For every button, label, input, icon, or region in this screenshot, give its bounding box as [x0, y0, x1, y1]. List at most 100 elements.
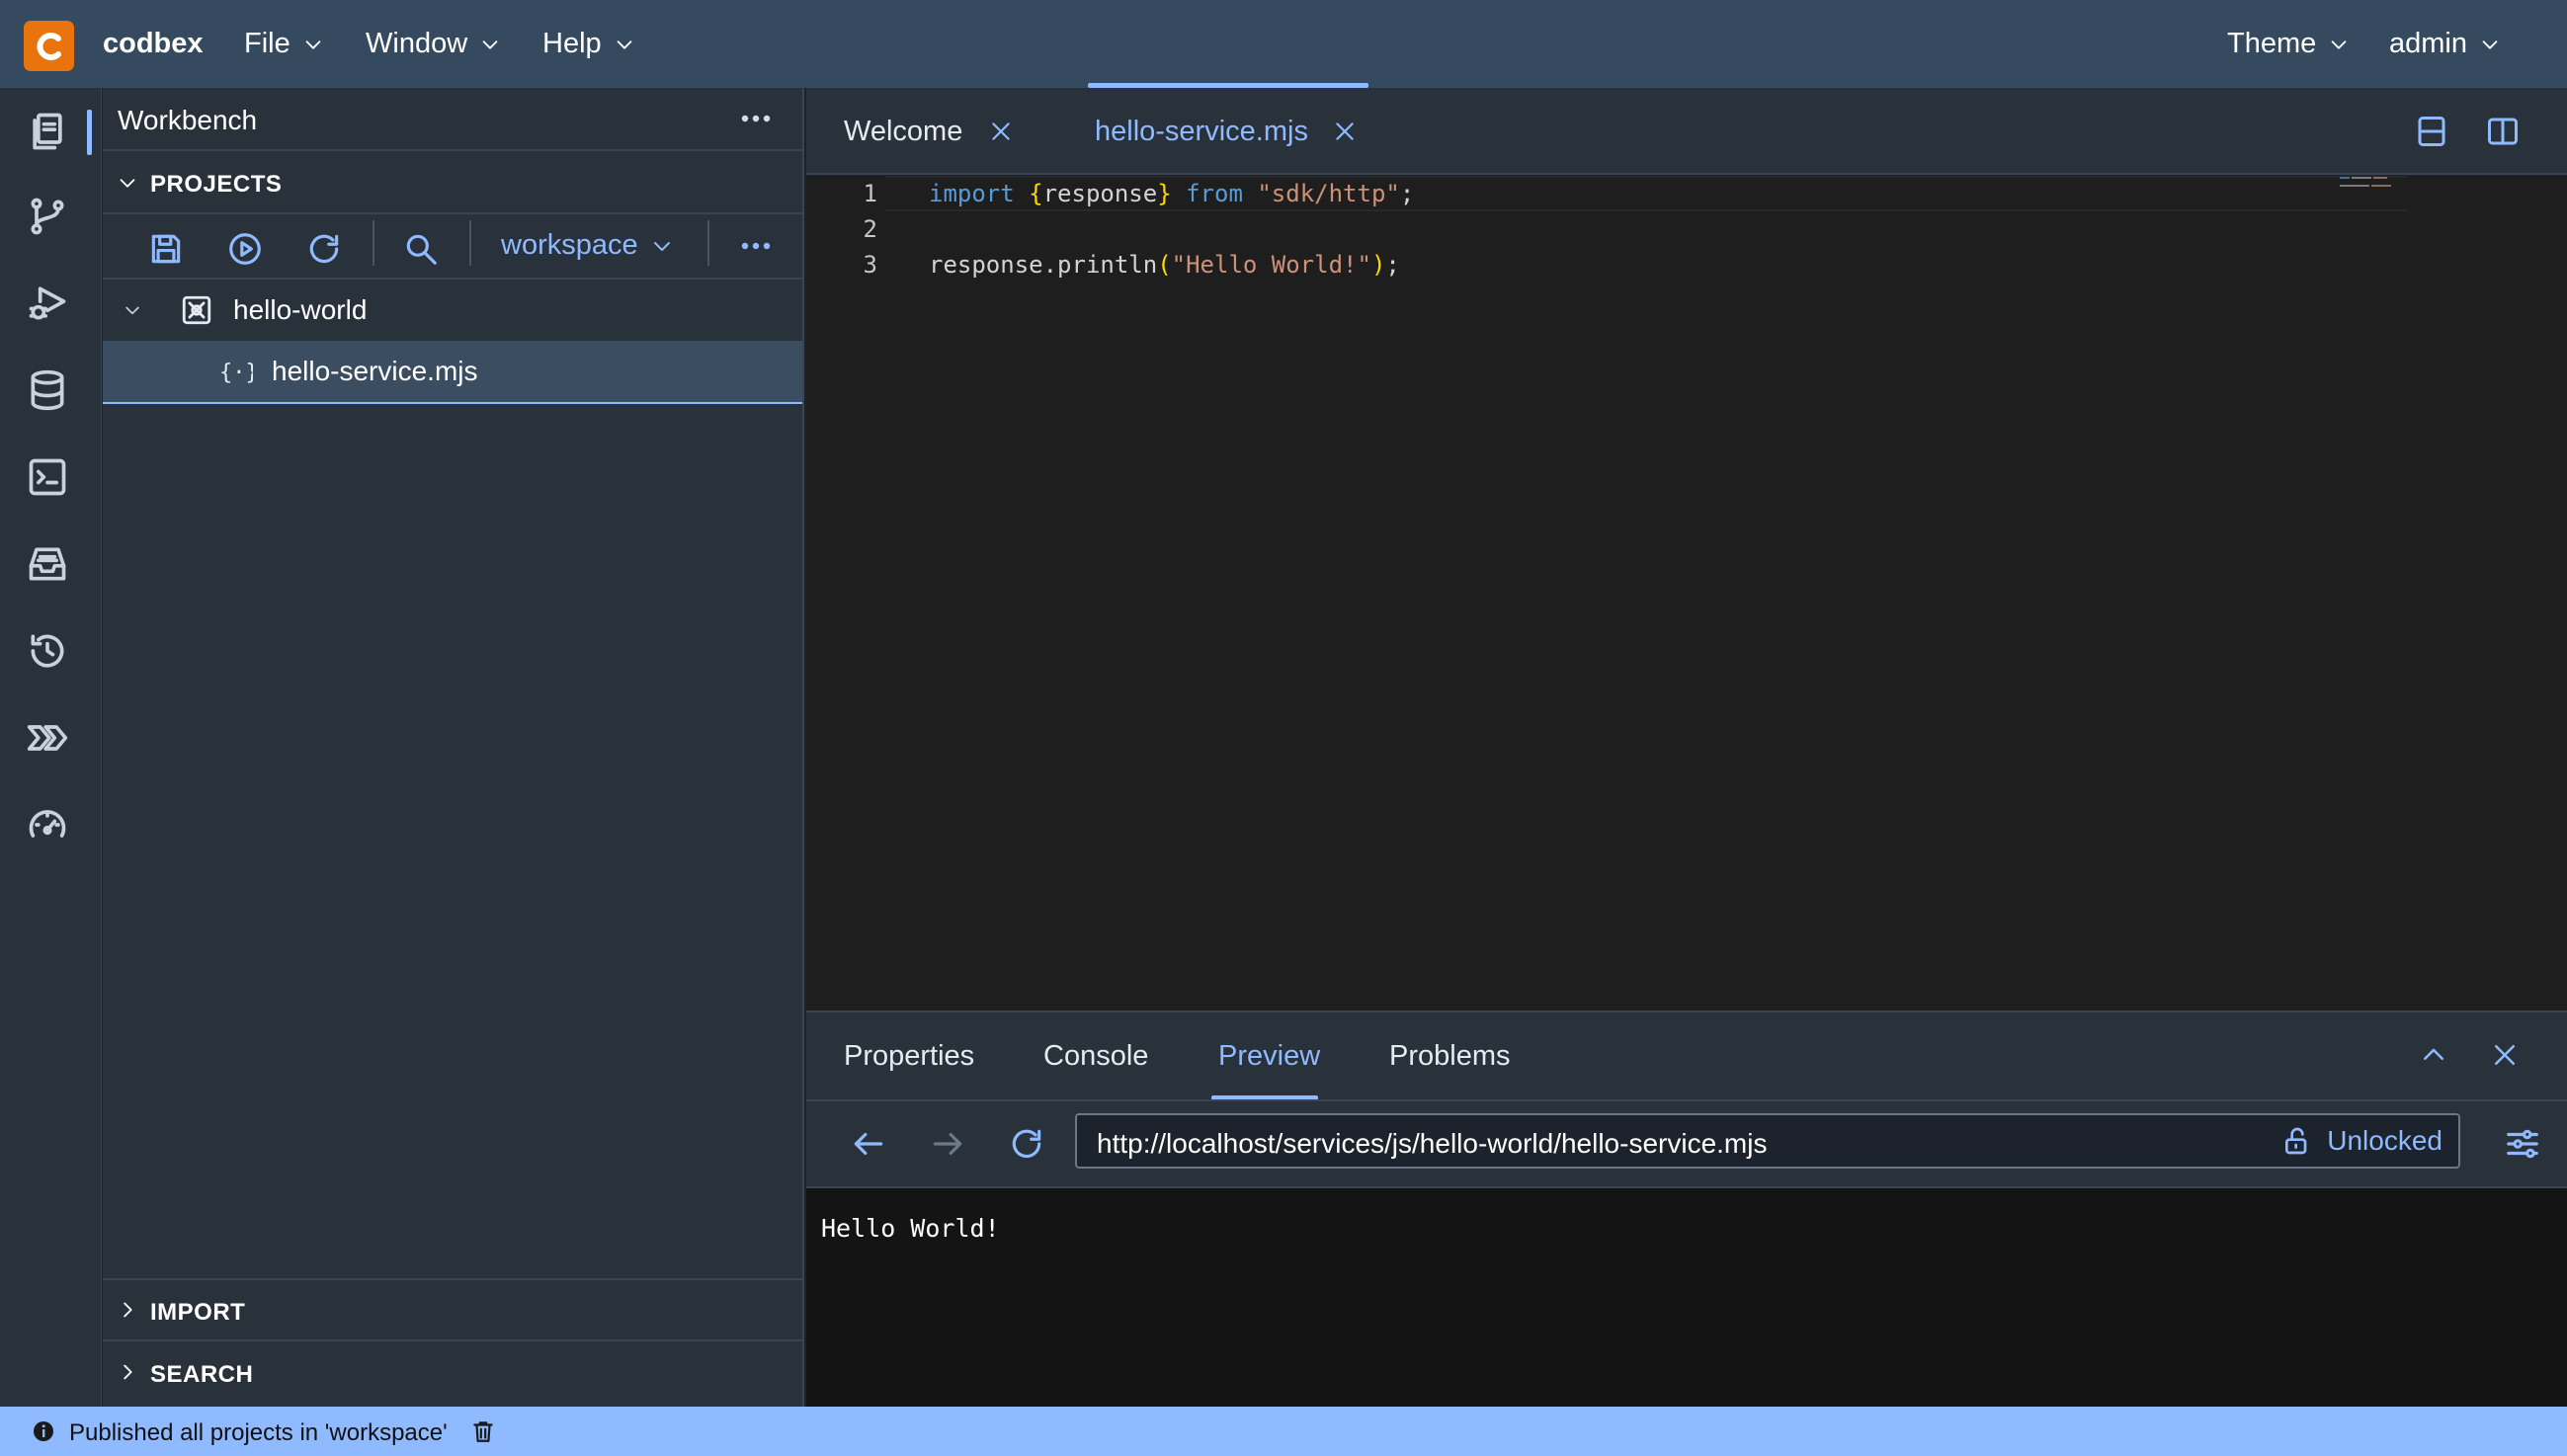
chevron-down-icon [653, 241, 670, 251]
workbench-panel: Workbench PROJECTS workspace hello-world… [103, 88, 804, 1407]
tab-properties[interactable]: Properties [844, 1040, 974, 1073]
unlock-icon [2285, 1127, 2307, 1155]
project-name: hello-world [233, 294, 368, 325]
token: ; [1385, 251, 1400, 279]
token: ; [1399, 180, 1415, 207]
git-branch-icon[interactable] [26, 195, 73, 242]
chevron-right-icon [124, 1302, 132, 1318]
refresh-icon [309, 234, 339, 264]
tree-item-project[interactable]: hello-world [103, 280, 802, 341]
chevron-right-icon [124, 1364, 132, 1380]
tab-console[interactable]: Console [1043, 1040, 1148, 1073]
file-menu[interactable]: File [244, 28, 324, 60]
performance-icon[interactable] [26, 803, 73, 850]
inbox-icon[interactable] [26, 542, 73, 590]
chevron-down-icon [305, 40, 321, 49]
chevron-down-icon [617, 40, 631, 49]
close-icon[interactable] [988, 119, 1014, 144]
user-menu[interactable]: admin [2389, 28, 2501, 60]
split-vertical-icon[interactable] [2485, 114, 2521, 149]
active-tab-indicator [1088, 83, 1368, 88]
tab-label: hello-service.mjs [1095, 115, 1308, 147]
close-icon[interactable] [1332, 119, 1358, 144]
chevron-down-icon [2482, 40, 2498, 49]
theme-menu[interactable]: Theme [2227, 28, 2350, 60]
file-menu-label: File [244, 28, 290, 59]
code-line-1: import {response} from "sdk/http"; [929, 180, 1414, 207]
tab-problems[interactable]: Problems [1389, 1040, 1511, 1073]
token: response.println [929, 251, 1158, 279]
search-button[interactable] [399, 227, 443, 271]
help-menu-label: Help [542, 28, 602, 59]
save-button[interactable] [144, 227, 188, 271]
search-section-header[interactable]: SEARCH [103, 1341, 804, 1407]
forward-arrow-icon[interactable] [929, 1125, 966, 1163]
debug-icon[interactable] [26, 282, 73, 329]
preview-output-text: Hello World! [821, 1214, 1000, 1243]
import-section-header[interactable]: IMPORT [103, 1278, 804, 1341]
window-menu[interactable]: Window [366, 28, 501, 60]
tab-welcome[interactable]: Welcome [844, 88, 1014, 175]
token: } [1157, 180, 1172, 207]
projects-icon[interactable] [26, 110, 73, 157]
line-number: 2 [863, 215, 877, 243]
project-icon [182, 295, 211, 325]
settings-sliders-icon[interactable] [2504, 1125, 2541, 1163]
token: { [1029, 180, 1043, 207]
workbench-header: Workbench [103, 88, 804, 151]
code-editor[interactable]: 1 2 3 import {response} from "sdk/http";… [806, 176, 2567, 1011]
workspace-select[interactable]: workspace [501, 229, 674, 262]
refresh-button[interactable] [302, 227, 346, 271]
save-icon [151, 234, 181, 264]
help-menu[interactable]: Help [542, 28, 635, 60]
lock-toggle[interactable]: Unlocked [2281, 1125, 2443, 1157]
chevron-down-icon[interactable] [123, 300, 142, 320]
trash-icon[interactable] [470, 1418, 496, 1444]
search-label: SEARCH [150, 1361, 254, 1388]
token: "Hello World!" [1171, 251, 1371, 279]
chevron-up-icon[interactable] [2419, 1040, 2448, 1070]
workspace-label: workspace [501, 229, 638, 261]
info-icon [34, 1421, 53, 1441]
active-indicator [87, 110, 92, 155]
lock-label: Unlocked [2327, 1125, 2443, 1156]
toolbar-separator [373, 220, 374, 266]
token: "sdk/http" [1257, 180, 1400, 207]
url-input[interactable]: http://localhost/services/js/hello-world… [1075, 1113, 2460, 1169]
tree-item-file[interactable]: {·} hello-service.mjs [103, 341, 802, 404]
token: response [1042, 180, 1158, 207]
code-line-3: response.println("Hello World!"); [929, 251, 1400, 279]
activity-bar [0, 88, 102, 1407]
terminal-icon[interactable] [26, 455, 73, 503]
toolbar-more-icon[interactable] [739, 233, 773, 259]
token: ) [1370, 251, 1386, 279]
chevron-down-icon [2331, 40, 2347, 49]
more-options-icon[interactable] [739, 106, 773, 131]
back-arrow-icon[interactable] [850, 1125, 887, 1163]
url-text: http://localhost/services/js/hello-world… [1097, 1128, 1768, 1159]
tab-hello-service[interactable]: hello-service.mjs [1095, 88, 1358, 175]
tab-preview[interactable]: Preview [1218, 1040, 1320, 1073]
javascript-file-icon: {·} [219, 361, 253, 385]
svg-text:{·}: {·} [219, 361, 253, 385]
status-bar: Published all projects in 'workspace' [0, 1407, 2567, 1456]
history-icon[interactable] [26, 629, 73, 677]
search-icon [406, 234, 437, 265]
theme-menu-label: Theme [2227, 28, 2317, 59]
minimap[interactable] [2338, 176, 2405, 190]
database-icon[interactable] [26, 368, 73, 416]
projects-label: PROJECTS [150, 171, 283, 198]
close-icon[interactable] [2490, 1040, 2520, 1070]
operations-icon[interactable] [26, 716, 73, 764]
codbex-logo[interactable] [24, 21, 74, 71]
projects-section-header[interactable]: PROJECTS [103, 151, 804, 214]
refresh-icon[interactable] [1008, 1125, 1045, 1163]
chevron-down-icon [482, 40, 498, 49]
run-button[interactable] [223, 227, 267, 271]
split-horizontal-icon[interactable] [2414, 114, 2449, 149]
user-menu-label: admin [2389, 28, 2467, 59]
token: import [929, 180, 1015, 207]
file-name: hello-service.mjs [272, 356, 478, 386]
workbench-title: Workbench [118, 105, 258, 135]
preview-toolbar: http://localhost/services/js/hello-world… [806, 1099, 2567, 1188]
